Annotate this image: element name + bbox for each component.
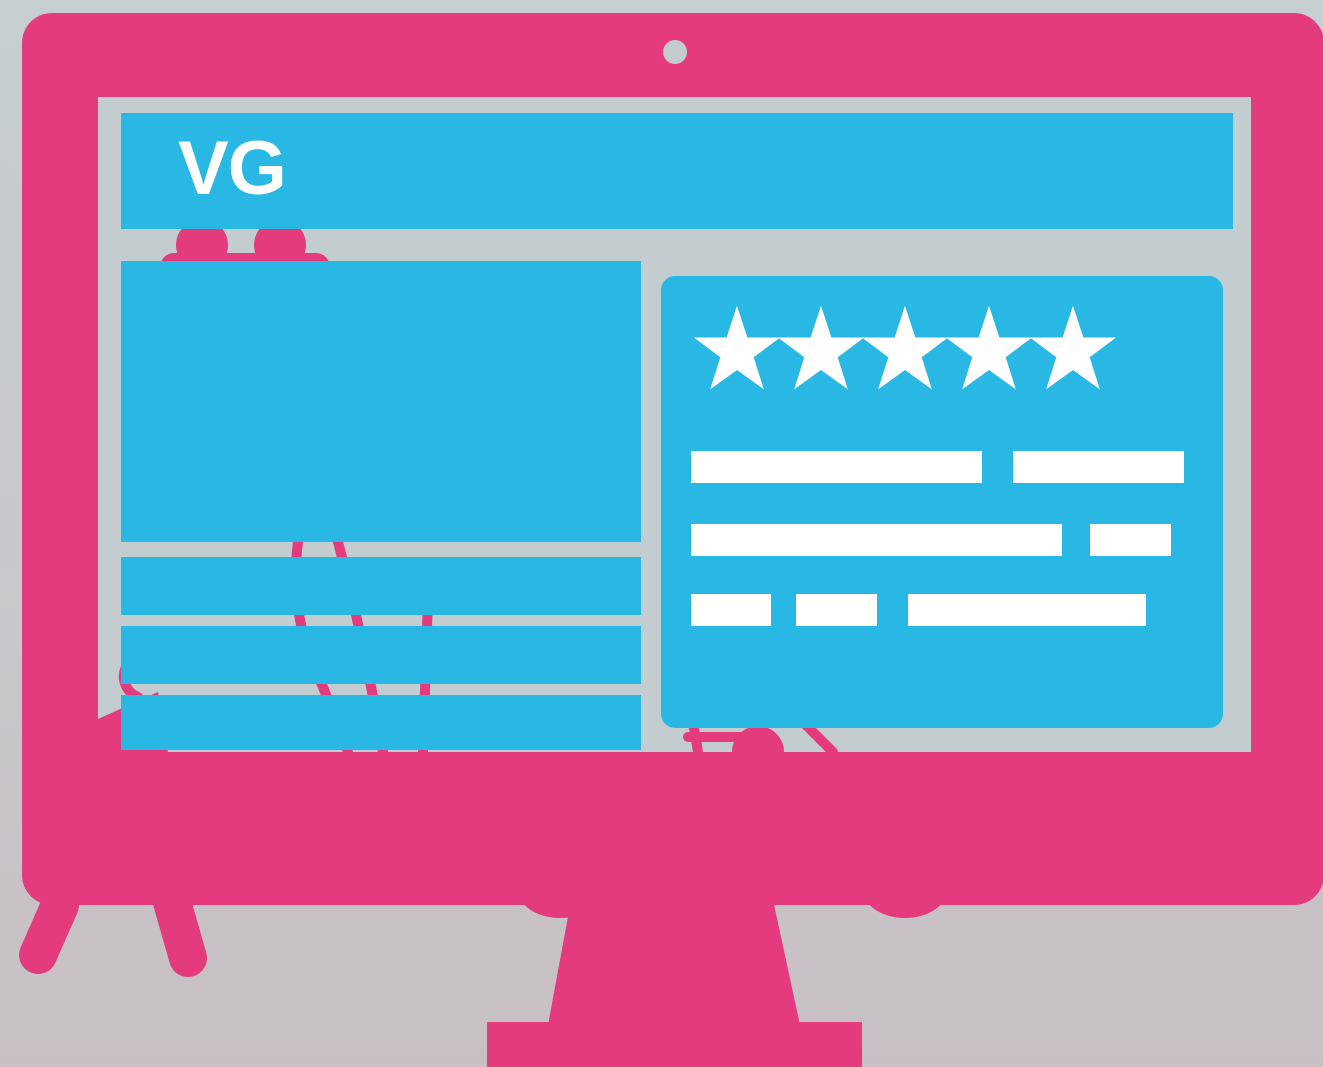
- page: { "brand": { "logo_text": "VG" }, "revie…: [0, 0, 1323, 1067]
- review-text-line: [1013, 451, 1184, 483]
- review-card: [661, 276, 1223, 728]
- review-text-line: [691, 524, 1062, 556]
- brand-logo[interactable]: VG: [178, 131, 287, 207]
- star-icon: [861, 305, 949, 390]
- monitor-screen: VG: [98, 97, 1251, 752]
- list-item[interactable]: [121, 557, 641, 615]
- review-text-line: [691, 594, 771, 626]
- camera-dot-icon: [663, 40, 687, 64]
- list-item[interactable]: [121, 626, 641, 684]
- review-text-line: [1090, 524, 1171, 556]
- star-icon: [693, 305, 781, 390]
- star-rating: [693, 298, 1117, 398]
- star-icon: [777, 305, 865, 390]
- hero-image-placeholder[interactable]: [121, 261, 641, 542]
- site-header: VG: [121, 113, 1233, 229]
- star-icon: [945, 305, 1033, 390]
- list-item[interactable]: [121, 695, 641, 750]
- review-text-line: [691, 451, 982, 483]
- monitor-base-shape: [487, 1022, 862, 1067]
- star-icon: [1029, 305, 1117, 390]
- review-text-line: [908, 594, 1146, 626]
- review-text-line: [796, 594, 877, 626]
- monitor-neck-shape: [548, 895, 800, 1025]
